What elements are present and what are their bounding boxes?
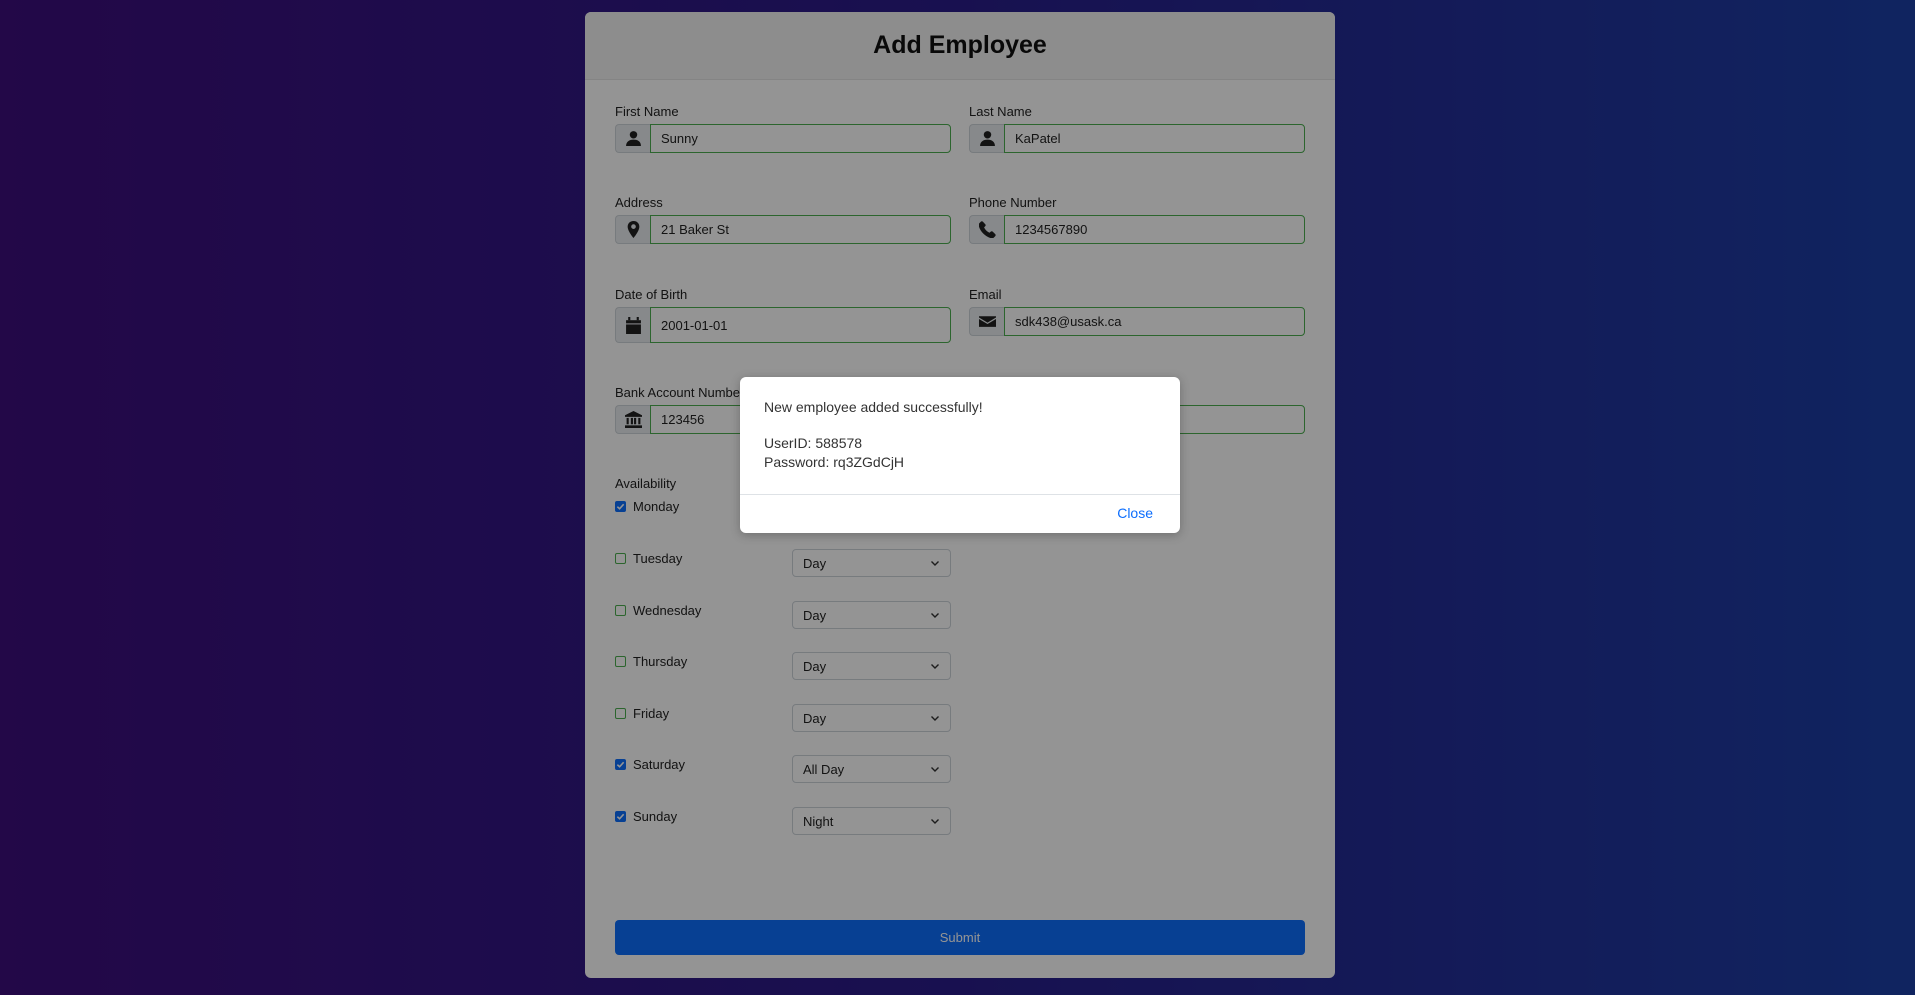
modal-body: New employee added successfully! UserID:… (740, 377, 1180, 495)
modal-message: New employee added successfully! (764, 399, 983, 415)
modal-userid: UserID: 588578 (764, 435, 863, 451)
modal-password: Password: rq3ZGdCjH (764, 454, 905, 470)
modal-footer: Close (740, 494, 1180, 533)
close-button[interactable]: Close (1117, 505, 1153, 521)
success-modal: New employee added successfully! UserID:… (740, 377, 1180, 533)
